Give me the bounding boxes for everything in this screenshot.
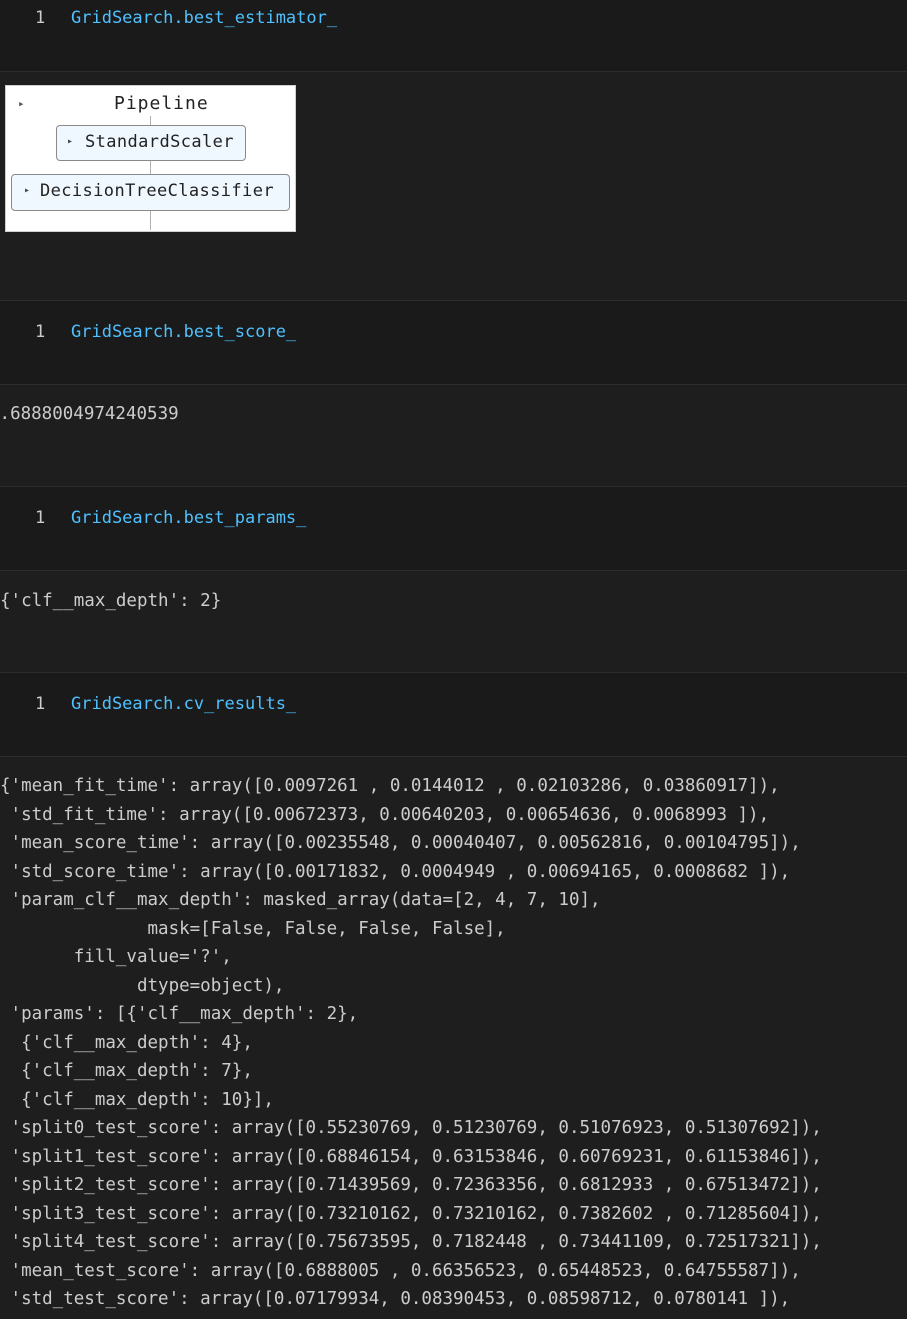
line-number: 1 bbox=[35, 508, 46, 528]
line-number: 1 bbox=[35, 694, 46, 714]
cv-results-line: 'split4_test_score': array([0.75673595, … bbox=[0, 1232, 822, 1252]
cv-results-line: 'mean_test_score': array([0.6888005 , 0.… bbox=[0, 1260, 801, 1281]
pipeline-step-decisiontree[interactable]: ▸ DecisionTreeClassifier bbox=[11, 174, 290, 211]
code-cell-cv-results[interactable]: 1 GridSearch.cv_results_ bbox=[0, 672, 907, 757]
output-cv-results: {'mean_fit_time': array([0.0097261 , 0.0… bbox=[0, 756, 907, 1319]
step-label: DecisionTreeClassifier bbox=[40, 181, 274, 201]
cv-results-line: mask=[False, False, False, False], bbox=[0, 918, 506, 939]
cv-results-line: 'split2_test_score': array([0.71439569, … bbox=[0, 1175, 822, 1195]
output-text: {'clf__max_depth': 2} bbox=[0, 591, 222, 611]
cv-results-line: 'param_clf__max_depth': masked_array(dat… bbox=[0, 890, 601, 910]
pipeline-diagram: ▸ Pipeline ▸ StandardScaler ▸ DecisionTr… bbox=[5, 85, 296, 232]
code-line[interactable]: GridSearch.cv_results_ bbox=[71, 694, 296, 714]
cv-results-line: {'clf__max_depth': 10}], bbox=[0, 1089, 274, 1110]
cv-results-line: 'std_fit_time': array([0.00672373, 0.006… bbox=[0, 804, 770, 825]
pipeline-step-standardscaler[interactable]: ▸ StandardScaler bbox=[56, 125, 246, 161]
output-best-score: 0.6888004974240539 bbox=[0, 384, 907, 487]
output-best-params: {'clf__max_depth': 2} bbox=[0, 570, 907, 673]
line-number: 1 bbox=[35, 8, 46, 28]
code-cell-best-params[interactable]: 1 GridSearch.best_params_ bbox=[0, 486, 907, 571]
code-line[interactable]: GridSearch.best_estimator_ bbox=[71, 8, 337, 28]
code-line[interactable]: GridSearch.best_score_ bbox=[71, 322, 296, 342]
code-cell-best-estimator[interactable]: 1 GridSearch.best_estimator_ bbox=[0, 0, 907, 71]
cv-results-line: dtype=object), bbox=[0, 975, 285, 996]
cv-results-text: {'mean_fit_time': array([0.0097261 , 0.0… bbox=[0, 772, 822, 1314]
cv-results-line: 'mean_score_time': array([0.00235548, 0.… bbox=[0, 833, 801, 853]
cv-results-line: 'std_score_time': array([0.00171832, 0.0… bbox=[0, 861, 791, 882]
cv-results-line: 'std_test_score': array([0.07179934, 0.0… bbox=[0, 1289, 791, 1309]
cv-results-line: {'clf__max_depth': 4}, bbox=[0, 1032, 253, 1053]
step-label: StandardScaler bbox=[85, 132, 234, 152]
cv-results-line: 'split0_test_score': array([0.55230769, … bbox=[0, 1118, 822, 1138]
code-cell-best-score[interactable]: 1 GridSearch.best_score_ bbox=[0, 300, 907, 385]
expand-triangle-icon: ▸ bbox=[24, 185, 31, 196]
cv-results-line: {'mean_fit_time': array([0.0097261 , 0.0… bbox=[0, 776, 780, 796]
cv-results-line: 'split1_test_score': array([0.68846154, … bbox=[0, 1146, 822, 1167]
code-line[interactable]: GridSearch.best_params_ bbox=[71, 508, 306, 528]
cv-results-line: fill_value='?', bbox=[0, 947, 232, 967]
cv-results-line: 'params': [{'clf__max_depth': 2}, bbox=[0, 1004, 359, 1024]
line-number: 1 bbox=[35, 322, 46, 342]
output-text: 0.6888004974240539 bbox=[0, 404, 179, 424]
expand-triangle-icon[interactable]: ▸ bbox=[18, 97, 25, 110]
cv-results-line: {'clf__max_depth': 7}, bbox=[0, 1061, 253, 1081]
pipeline-title[interactable]: Pipeline bbox=[114, 93, 209, 114]
cv-results-line: 'split3_test_score': array([0.73210162, … bbox=[0, 1203, 822, 1224]
expand-triangle-icon: ▸ bbox=[67, 136, 74, 147]
